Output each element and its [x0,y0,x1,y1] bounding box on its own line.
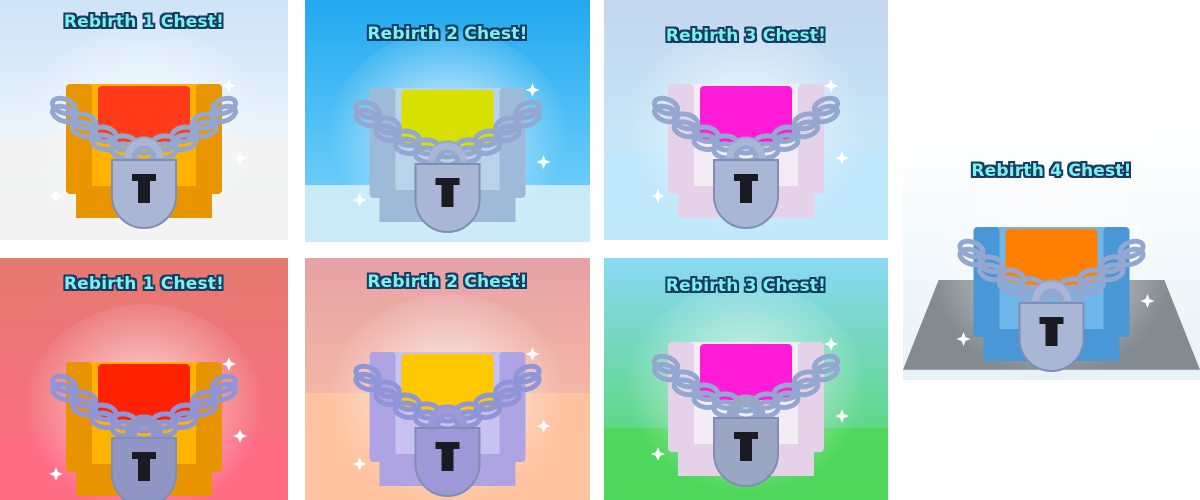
chest [353,352,542,497]
chest-lid [98,364,190,420]
tile-rebirth-4: Rebirth 4 Chest! [903,125,1200,380]
chest [49,84,239,229]
tile-rebirth-1-top: Rebirth 1 Chest! [0,0,288,240]
chest [957,227,1146,372]
chest-title: Rebirth 3 Chest! [665,276,827,296]
chest [49,362,239,500]
chest-lid [401,354,494,410]
chest [651,342,841,487]
tile-rebirth-3-bottom: Rebirth 3 Chest! [604,258,888,500]
tile-rebirth-1-bottom: Rebirth 1 Chest! [0,258,288,500]
chest [353,88,542,233]
chest-title: Rebirth 4 Chest! [971,161,1132,181]
scene-art [0,0,288,240]
chest-lid [401,90,494,146]
chest-title: Rebirth 2 Chest! [367,24,528,44]
tile-rebirth-3-top: Rebirth 3 Chest! [604,0,888,240]
scene-art [0,258,288,500]
chest-lid [700,344,792,400]
chest-lid [98,86,190,142]
chest-title: Rebirth 2 Chest! [367,272,528,292]
scene-art [305,258,590,500]
tile-rebirth-2-top: Rebirth 2 Chest! [305,0,590,242]
chest-lid [1005,229,1098,285]
tile-rebirth-2-bottom: Rebirth 2 Chest! [305,258,590,500]
chest-lid [700,86,792,142]
chest-title: Rebirth 1 Chest! [63,12,225,32]
chest-title: Rebirth 3 Chest! [665,26,827,46]
chest-title: Rebirth 1 Chest! [63,274,225,294]
chest [651,84,841,229]
